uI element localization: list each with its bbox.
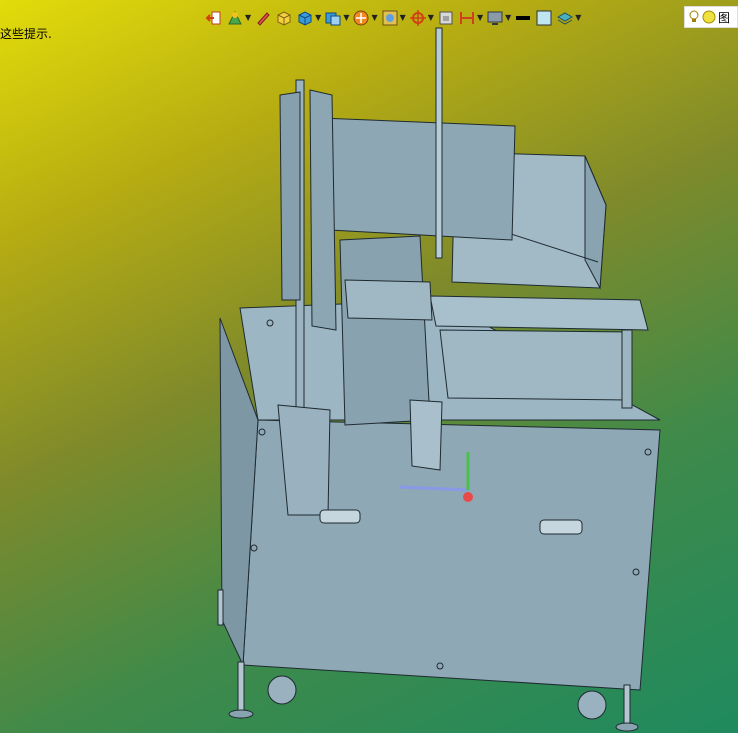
- scene-icon: [409, 10, 426, 26]
- panel-label: 图: [718, 10, 731, 25]
- left-column: [309, 89, 337, 331]
- display-style-button[interactable]: ▼: [324, 8, 349, 28]
- motor-block: [409, 399, 443, 471]
- view-settings-button[interactable]: [437, 8, 455, 28]
- cube-blue-icon: [298, 11, 312, 26]
- pencil-icon: [257, 12, 270, 26]
- hide-show-icon: [353, 10, 369, 26]
- triad-origin: [463, 492, 473, 502]
- layers-button[interactable]: ▼: [556, 8, 581, 28]
- leg-left-back: [217, 589, 224, 626]
- foot-right-front: [615, 722, 639, 732]
- leg-left-front: [237, 661, 245, 715]
- appearance-icon: [382, 10, 398, 26]
- support-post-right: [621, 329, 633, 409]
- task-pane-tab[interactable]: 图: [684, 6, 738, 28]
- section-settings-icon: [459, 12, 474, 24]
- hide-show-button[interactable]: ▼: [352, 8, 378, 28]
- handle-left: [319, 509, 361, 524]
- caster-left: [267, 675, 297, 705]
- display-style-icon: [325, 12, 341, 26]
- top-plate: [429, 295, 649, 331]
- graphics-viewport[interactable]: 这些提示. ▼ ▼ ▼ ▼ ▼ ▼ ▼ ▼ ▼ 图: [0, 0, 738, 733]
- heads-up-view-toolbar: ▼ ▼ ▼ ▼ ▼ ▼ ▼ ▼ ▼: [205, 6, 581, 30]
- chain-track: [279, 91, 301, 301]
- lightbulb-icon: [689, 10, 699, 22]
- view-settings-icon: [439, 11, 453, 25]
- section-settings-button[interactable]: ▼: [458, 8, 483, 28]
- foot-left-front: [228, 709, 254, 719]
- section-view-button[interactable]: ▼: [226, 8, 251, 28]
- monitor-button[interactable]: ▼: [486, 8, 511, 28]
- cube-yellow-icon: [277, 11, 291, 26]
- antenna-rod: [435, 27, 443, 259]
- leg-right-front: [623, 684, 631, 728]
- apply-scene-button[interactable]: ▼: [409, 8, 434, 28]
- line-style-button[interactable]: [514, 8, 532, 28]
- previous-view-icon: [205, 11, 221, 25]
- previous-view-button[interactable]: [205, 8, 223, 28]
- color-box-icon: [536, 10, 552, 26]
- zoom-fit-button[interactable]: [275, 8, 293, 28]
- platform-frame: [439, 329, 633, 401]
- color-box-button[interactable]: [535, 8, 553, 28]
- view-orientation-button[interactable]: ▼: [296, 8, 321, 28]
- feeder-rail: [344, 279, 433, 321]
- hint-text: 这些提示.: [0, 27, 52, 41]
- monitor-icon: [487, 11, 503, 25]
- dynamic-annotation-button[interactable]: [254, 8, 272, 28]
- layers-icon: [557, 12, 574, 25]
- line-icon: [516, 16, 531, 20]
- machine-model[interactable]: [0, 0, 738, 733]
- yellow-circle-icon: [702, 10, 716, 24]
- caster-right: [577, 690, 607, 720]
- handle-right: [539, 519, 583, 535]
- central-mechanism: [339, 235, 431, 426]
- back-frame: [319, 117, 516, 241]
- edit-appearance-button[interactable]: ▼: [381, 8, 406, 28]
- section-view-icon: [228, 10, 242, 25]
